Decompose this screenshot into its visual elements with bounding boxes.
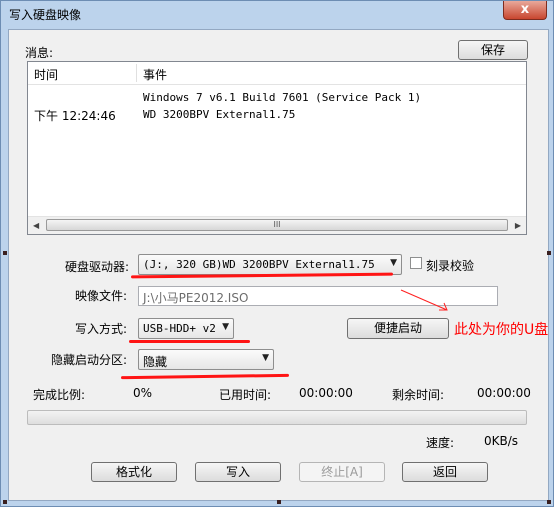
method-underline-mark [129,340,250,343]
message-list[interactable]: 时间 事件 Windows 7 v6.1 Build 7601 (Service… [27,61,527,235]
speed-label: 速度: [426,436,455,450]
horizontal-scrollbar[interactable]: ◀ III ▶ [28,216,526,234]
verify-label: 刻录校验 [426,259,475,273]
row-event: WD 3200BPV External1.75 [143,108,296,121]
scroll-left-icon[interactable]: ◀ [33,221,39,230]
back-button[interactable]: 返回 [402,462,488,482]
write-method-select[interactable]: USB-HDD+ v2 ▼ [138,318,234,339]
hidden-underline-mark [120,373,290,380]
format-button[interactable]: 格式化 [91,462,177,482]
elapsed-value: 00:00:00 [299,386,353,400]
write-method-label: 写入方式: [75,322,128,336]
progress-bar [27,410,527,425]
drive-select-value: (J:, 320 GB)WD 3200BPV External1.75 [143,258,375,271]
title-bar[interactable]: 写入硬盘映像 x [1,1,553,27]
stop-button[interactable]: 终止[A] [299,462,385,482]
hidden-partition-select[interactable]: 隐藏 ▼ [138,349,274,370]
annotation-text: 此处为你的U盘 [454,322,549,338]
messages-label: 消息: [25,46,54,60]
scroll-right-icon[interactable]: ▶ [515,221,521,230]
resize-grip-bottom [277,500,281,504]
hidden-partition-value: 隐藏 [143,355,168,369]
image-file-label: 映像文件: [75,289,128,303]
drive-select[interactable]: (J:, 320 GB)WD 3200BPV External1.75 ▼ [138,254,402,275]
scroll-thumb[interactable]: III [46,219,508,231]
chevron-down-icon: ▼ [262,353,269,363]
drive-label: 硬盘驱动器: [65,260,130,274]
complete-label: 完成比例: [33,388,86,402]
write-image-window: 写入硬盘映像 x 消息: 保存 时间 事件 Windows 7 v6.1 Bui… [0,0,554,507]
resize-grip-right [547,251,551,255]
remaining-label: 剩余时间: [392,388,445,402]
dialog-body: 消息: 保存 时间 事件 Windows 7 v6.1 Build 7601 (… [8,29,549,501]
column-separator[interactable] [136,64,137,82]
write-method-value: USB-HDD+ v2 [143,322,216,335]
hidden-partition-label: 隐藏启动分区: [51,353,128,367]
resize-grip-left [3,251,7,255]
column-header-event[interactable]: 事件 [143,66,167,83]
write-button[interactable]: 写入 [195,462,281,482]
close-button[interactable]: x [503,1,547,20]
remaining-value: 00:00:00 [477,386,531,400]
elapsed-label: 已用时间: [219,388,272,402]
annotation-arrow-icon [400,289,448,311]
window-title: 写入硬盘映像 [9,8,82,22]
close-icon: x [520,2,530,17]
image-file-value: J:\小马PE2012.ISO [143,291,249,305]
quick-boot-button[interactable]: 便捷启动 [347,318,449,339]
resize-grip-corner [547,500,551,504]
row-event: Windows 7 v6.1 Build 7601 (Service Pack … [143,91,422,104]
resize-grip-corner [3,500,7,504]
chevron-down-icon: ▼ [222,322,229,332]
speed-value: 0KB/s [484,434,519,448]
chevron-down-icon: ▼ [390,258,397,268]
column-header-time[interactable]: 时间 [34,66,58,83]
complete-value: 0% [133,386,153,400]
save-button[interactable]: 保存 [458,40,528,60]
list-header: 时间 事件 [28,62,526,85]
scroll-grip-icon: III [273,220,281,229]
row-time: 下午 12:24:46 [34,109,116,123]
verify-checkbox[interactable] [410,257,422,269]
